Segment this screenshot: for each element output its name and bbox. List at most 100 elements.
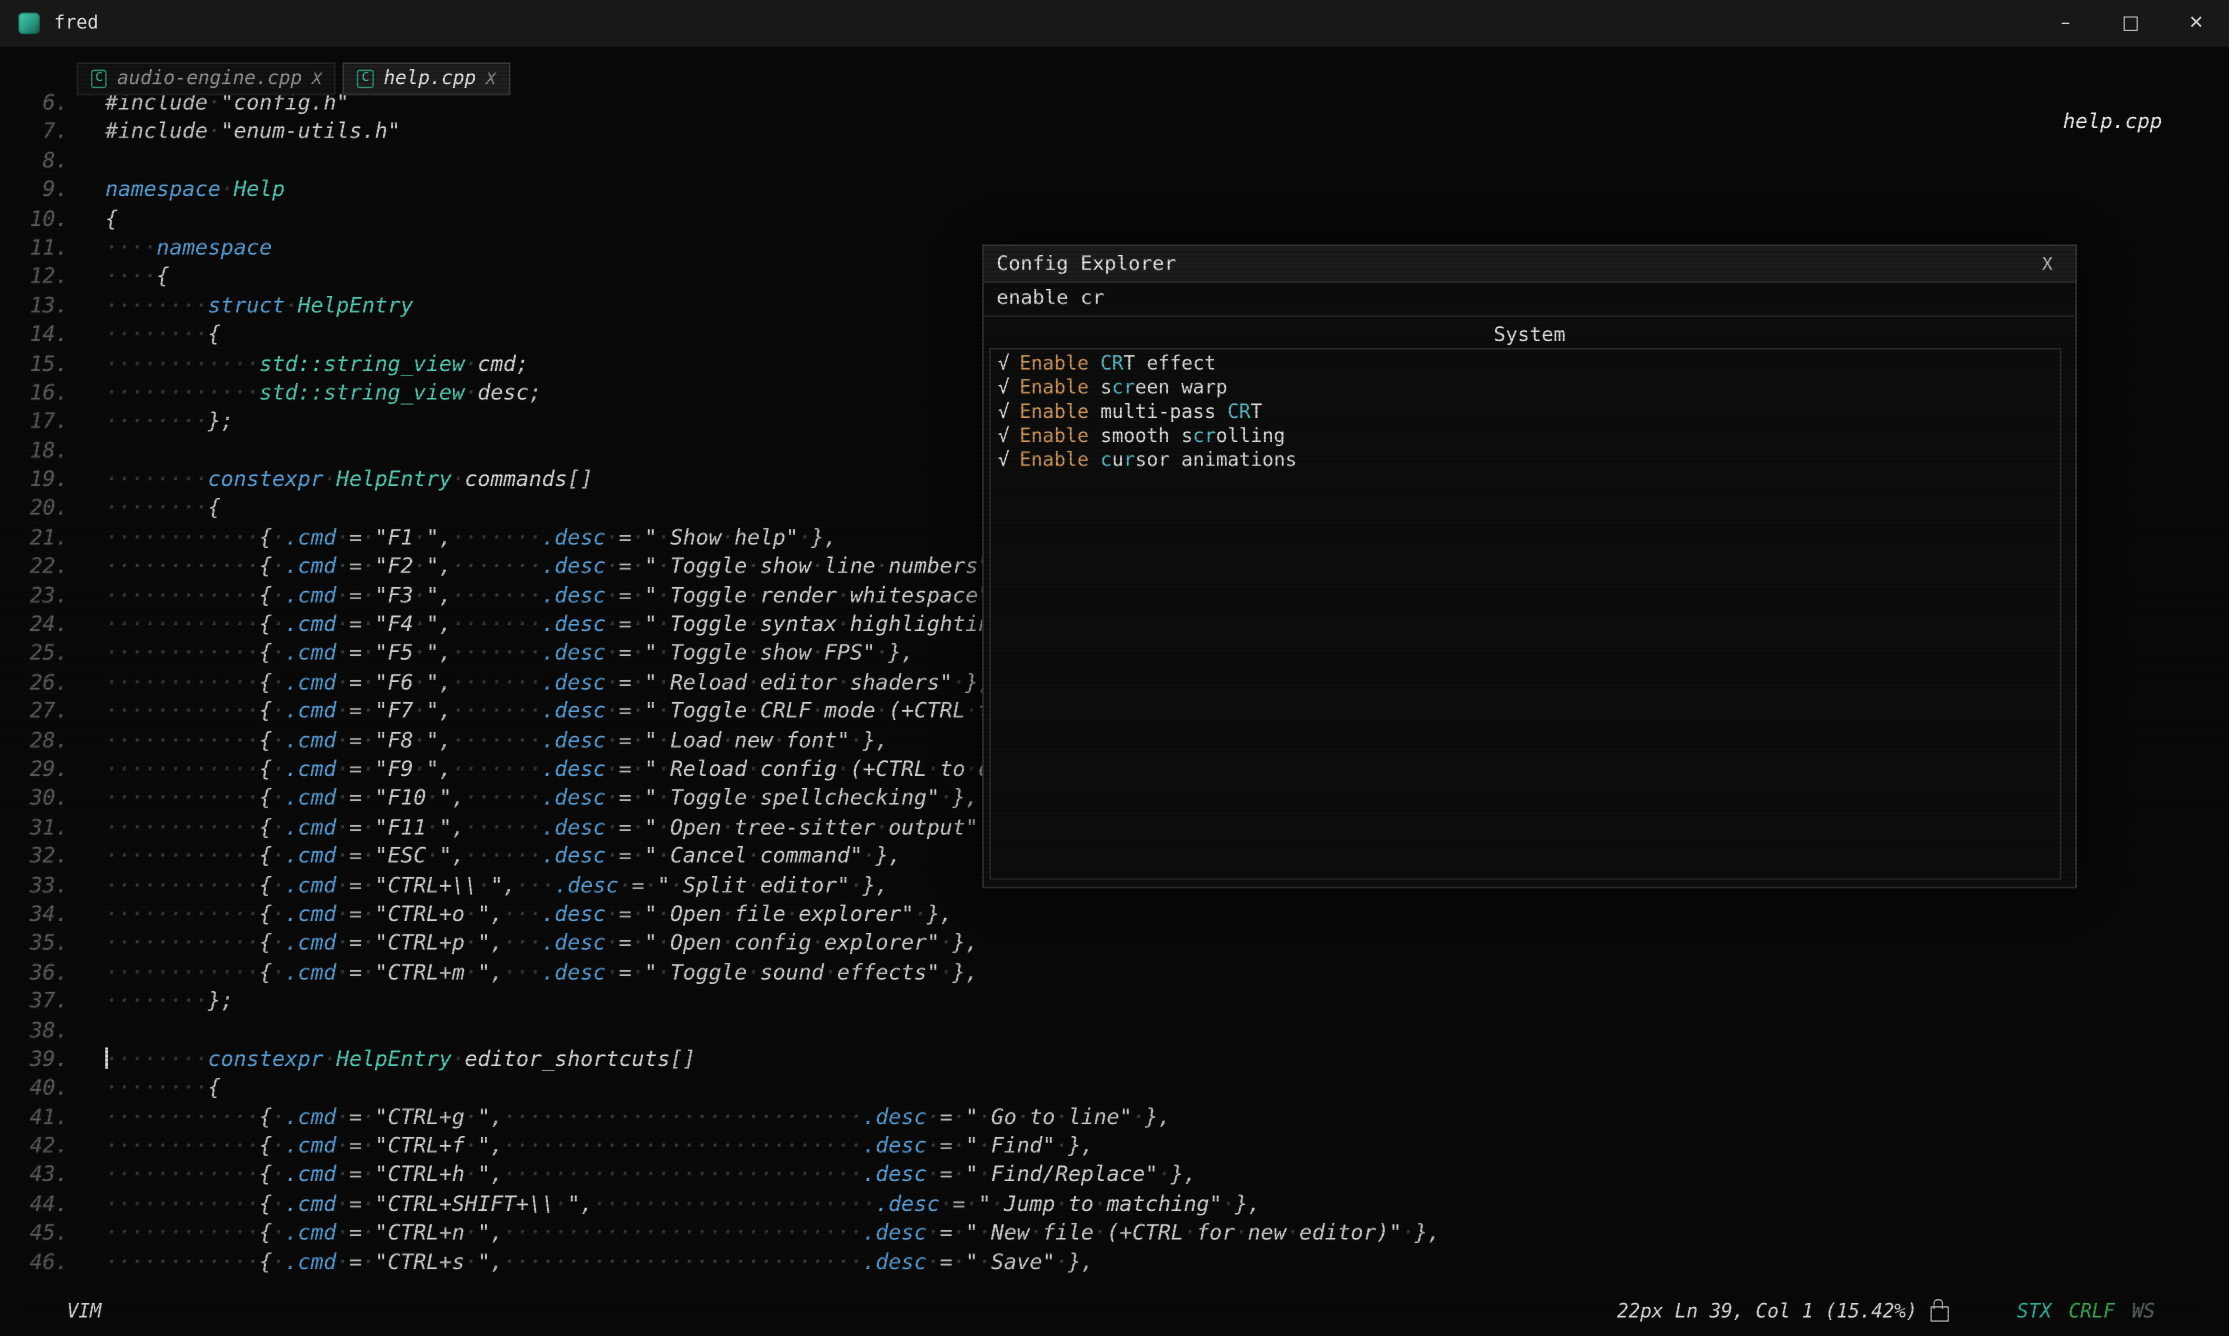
code-line[interactable]: 8. (0, 146, 2229, 175)
code-token: namespace (157, 234, 273, 260)
code-token: explorer" (824, 930, 940, 956)
code-line[interactable]: 43.············{·.cmd·=·"CTRL+h·",······… (0, 1160, 2229, 1189)
code-token: ···························· (503, 1162, 862, 1188)
code-line[interactable]: 7.#include·"enum-utils.h" (0, 117, 2229, 146)
code-token: " (657, 872, 670, 898)
code-line[interactable]: 46.············{·.cmd·=·"CTRL+s·",······… (0, 1247, 2229, 1276)
code-token: · (632, 930, 645, 956)
code-line[interactable]: 40.········{ (0, 1073, 2229, 1102)
code-token: ············ (105, 1191, 259, 1217)
code-token: ········ (105, 466, 208, 492)
code-line[interactable]: 36.············{·.cmd·=·"CTRL+m·",···.de… (0, 958, 2229, 987)
code-token: = (619, 669, 632, 695)
code-token: · (747, 785, 760, 811)
code-token: · (837, 611, 850, 637)
code-token: }, (1068, 1249, 1094, 1275)
tab-help.cpp[interactable]: Chelp.cppX (343, 63, 510, 96)
config-search-input[interactable]: enable cr (984, 283, 2076, 317)
code-token: Open (670, 814, 721, 840)
code-token: · (465, 350, 478, 376)
code-token: · (824, 959, 837, 985)
code-token: ······················ (593, 1191, 875, 1217)
code-token: Toggle (670, 785, 747, 811)
code-token: ········ (105, 988, 208, 1014)
code-token: · (657, 553, 670, 579)
code-token: }, (1068, 1133, 1094, 1159)
code-line[interactable]: 9.namespace·Help (0, 175, 2229, 204)
config-option[interactable]: √Enable smooth scrolling (991, 425, 2060, 449)
code-token: .cmd (285, 959, 336, 985)
close-button[interactable]: ✕ (2164, 0, 2229, 47)
code-line[interactable]: 10.{ (0, 204, 2229, 233)
code-token: · (272, 1104, 285, 1130)
minimize-button[interactable]: – (2033, 0, 2098, 47)
code-line[interactable]: 35.············{·.cmd·=·"CTRL+p·",···.de… (0, 929, 2229, 958)
code-token: desc (478, 379, 529, 405)
checkbox-checked-icon[interactable]: √ (998, 352, 1010, 375)
config-option[interactable]: √Enable multi-pass CRT (991, 401, 2060, 425)
checkbox-checked-icon[interactable]: √ (998, 377, 1010, 400)
checkbox-checked-icon[interactable]: √ (998, 401, 1010, 424)
code-token: · (1158, 1162, 1171, 1188)
code-token: editor" (760, 872, 850, 898)
code-token: · (747, 959, 760, 985)
code-token: command" (760, 843, 863, 869)
code-token: · (272, 901, 285, 927)
code-line[interactable]: 41.············{·.cmd·=·"CTRL+g·",······… (0, 1102, 2229, 1131)
checkbox-checked-icon[interactable]: √ (998, 425, 1010, 448)
code-line[interactable]: 34.············{·.cmd·=·"CTRL+o·",···.de… (0, 900, 2229, 929)
code-token: { (208, 495, 221, 521)
code-token: · (336, 611, 349, 637)
code-token: .cmd (285, 1191, 336, 1217)
code-token: · (657, 698, 670, 724)
code-token: = (349, 698, 362, 724)
config-option[interactable]: √Enable cursor animations (991, 449, 2060, 473)
code-token: · (465, 959, 478, 985)
code-token: · (336, 582, 349, 608)
code-token: · (336, 1191, 349, 1217)
tab-close-button[interactable]: X (312, 68, 322, 88)
code-line[interactable]: 38. (0, 1016, 2229, 1045)
code-line[interactable]: 37.········}; (0, 987, 2229, 1016)
tab-close-button[interactable]: X (486, 68, 496, 88)
line-number: 28. (0, 726, 68, 755)
code-token: = (619, 611, 632, 637)
code-text: ····{ (105, 262, 169, 291)
code-token: · (747, 553, 760, 579)
config-option-text: CR (1100, 352, 1123, 375)
code-token: · (657, 901, 670, 927)
code-line[interactable]: 39.········constexpr·HelpEntry·editor_sh… (0, 1044, 2229, 1073)
config-option[interactable]: √Enable screen warp (991, 377, 2060, 401)
code-token: · (362, 901, 375, 927)
code-token: ··· (503, 930, 542, 956)
maximize-button[interactable]: □ (2098, 0, 2163, 47)
code-token: · (336, 1104, 349, 1130)
code-token: line" (1068, 1104, 1132, 1130)
code-token: · (965, 1191, 978, 1217)
tab-audio-engine.cpp[interactable]: Caudio-engine.cppX (77, 63, 336, 96)
line-number: 24. (0, 610, 68, 639)
code-token: ············ (105, 814, 259, 840)
code-text: ············{·.cmd·=·"CTRL+p·",···.desc·… (105, 929, 978, 958)
code-token: ···· (105, 263, 156, 289)
cpp-file-icon: C (91, 69, 107, 87)
code-token: · (336, 843, 349, 869)
code-token: · (670, 872, 683, 898)
code-line[interactable]: 44.············{·.cmd·=·"CTRL+SHIFT+\\·"… (0, 1189, 2229, 1218)
config-option-text (1089, 449, 1101, 472)
code-text: namespace·Help (105, 175, 285, 204)
code-token: new (734, 727, 773, 753)
checkbox-checked-icon[interactable]: √ (998, 449, 1010, 472)
code-token: · (362, 1104, 375, 1130)
config-option[interactable]: √Enable CRT effect (991, 352, 2060, 376)
code-token: · (978, 1133, 991, 1159)
config-close-button[interactable]: X (2032, 253, 2063, 274)
code-token: .cmd (285, 814, 336, 840)
code-token: · (657, 582, 670, 608)
code-line[interactable]: 42.············{·.cmd·=·"CTRL+f·",······… (0, 1131, 2229, 1160)
code-token: = (619, 640, 632, 666)
code-token: Toggle (670, 640, 747, 666)
code-token: ······· (452, 582, 542, 608)
code-token: }, (927, 901, 953, 927)
code-line[interactable]: 45.············{·.cmd·=·"CTRL+n·",······… (0, 1218, 2229, 1247)
